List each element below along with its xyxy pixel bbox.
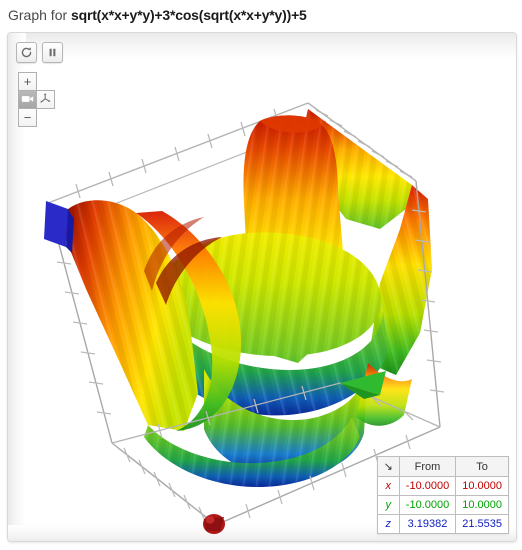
table-row: z 3.19382 21.5535 xyxy=(376,514,509,534)
reset-rotation-button[interactable] xyxy=(16,42,37,63)
column-header-from: From xyxy=(398,456,457,477)
video-camera-icon xyxy=(21,93,34,106)
range-z-from: 3.19382 xyxy=(398,514,457,534)
range-table-corner-icon: ↘ xyxy=(376,456,400,477)
range-var-x: x xyxy=(376,476,400,496)
table-row: x -10.0000 10.0000 xyxy=(376,476,509,496)
zoom-in-button[interactable]: + xyxy=(18,72,37,91)
rotate-axes-button[interactable] xyxy=(36,90,55,109)
range-x-to[interactable]: 10.0000 xyxy=(455,476,509,496)
surface-mesh xyxy=(64,109,432,487)
plot-toolbar xyxy=(16,42,63,63)
graph-page: Graph for sqrt(x*x+y*y)+3*cos(sqrt(x*x+y… xyxy=(0,0,522,550)
range-z-to: 21.5535 xyxy=(455,514,509,534)
range-y-from[interactable]: -10.0000 xyxy=(398,495,457,515)
page-title-prefix: Graph for xyxy=(8,7,72,23)
range-var-y: y xyxy=(376,495,400,515)
zoom-cluster-spacer-bottom xyxy=(37,108,56,127)
rotate-axes-icon xyxy=(39,92,52,107)
range-var-z: z xyxy=(376,514,400,534)
table-header-row: ↘ From To xyxy=(376,456,509,477)
zoom-out-button[interactable]: − xyxy=(18,108,37,127)
axis-range-table: ↘ From To x -10.0000 10.0000 y -10.0000 … xyxy=(376,456,509,534)
x-axis-marker xyxy=(203,514,225,534)
refresh-icon xyxy=(20,46,33,59)
pause-animation-button[interactable] xyxy=(42,42,63,63)
range-y-to[interactable]: 10.0000 xyxy=(455,495,509,515)
zoom-cluster-spacer-top xyxy=(37,72,56,91)
page-title-expression: sqrt(x*x+y*y)+3*cos(sqrt(x*x+y*y))+5 xyxy=(71,7,307,23)
graph-panel: + − ↘ From To x -10.0000 10.0000 y -10.0… xyxy=(7,32,517,542)
page-title: Graph for sqrt(x*x+y*y)+3*cos(sqrt(x*x+y… xyxy=(8,4,514,26)
view-controls: + − xyxy=(18,72,56,127)
column-header-to: To xyxy=(455,456,509,477)
range-x-from[interactable]: -10.0000 xyxy=(398,476,457,496)
table-row: y -10.0000 10.0000 xyxy=(376,495,509,515)
pause-icon xyxy=(46,46,59,59)
record-video-button[interactable] xyxy=(18,90,37,109)
